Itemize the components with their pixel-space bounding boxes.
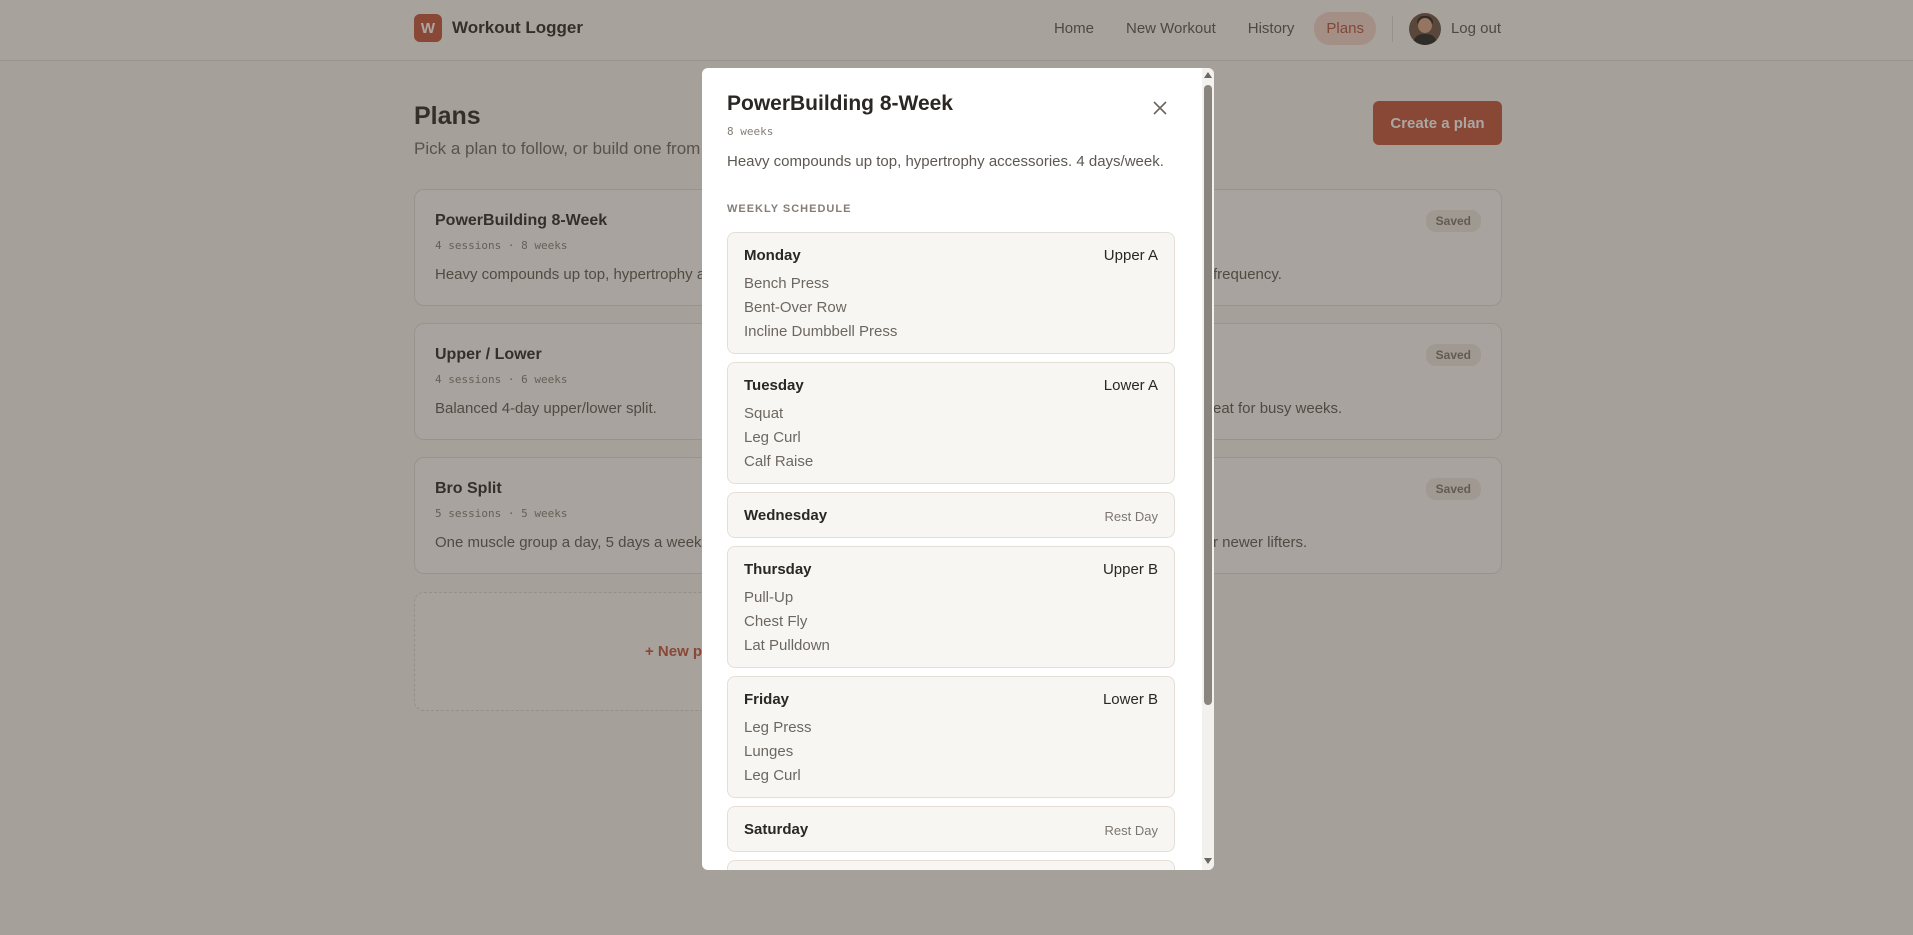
exercise-item: Lat Pulldown [744, 637, 830, 654]
day-card-next [727, 860, 1175, 870]
exercise-item: Pull-Up [744, 589, 794, 606]
day-card-thursday: Thursday Upper B Pull-Up Chest Fly Lat P… [727, 546, 1175, 668]
day-name: Wednesday [744, 507, 828, 524]
close-icon[interactable] [1148, 96, 1172, 120]
scroll-down-icon[interactable] [1204, 858, 1212, 864]
exercise-item: Calf Raise [744, 453, 814, 470]
exercise-item: Bench Press [744, 275, 830, 292]
day-name: Friday [744, 691, 790, 708]
day-card-tuesday: Tuesday Lower A Squat Leg Curl Calf Rais… [727, 362, 1175, 484]
modal-scrollbar[interactable] [1202, 68, 1214, 870]
day-session: Rest Day [1104, 509, 1158, 524]
day-session: Upper A [1103, 247, 1158, 264]
day-card-saturday: Saturday Rest Day [727, 806, 1175, 852]
exercise-item: Incline Dumbbell Press [744, 323, 898, 340]
modal-title: PowerBuilding 8-Week [727, 92, 953, 115]
day-card-friday: Friday Lower B Leg Press Lunges Leg Curl [727, 676, 1175, 798]
day-session: Upper B [1102, 561, 1158, 578]
modal-weeks: 8 weeks [727, 125, 774, 138]
modal-content: PowerBuilding 8-Week 8 weeks Heavy compo… [702, 68, 1202, 870]
exercise-item: Leg Curl [744, 429, 801, 446]
scroll-up-icon[interactable] [1204, 72, 1212, 78]
exercise-item: Squat [744, 405, 784, 422]
plan-detail-modal: PowerBuilding 8-Week 8 weeks Heavy compo… [702, 68, 1214, 870]
exercise-item: Lunges [744, 743, 794, 760]
exercise-item: Chest Fly [744, 613, 808, 630]
weekly-schedule-heading: WEEKLY SCHEDULE [727, 203, 852, 215]
day-session: Rest Day [1104, 823, 1158, 838]
scroll-thumb[interactable] [1204, 85, 1212, 705]
day-name: Tuesday [744, 377, 804, 394]
exercise-item: Leg Press [744, 719, 812, 736]
day-name: Thursday [744, 561, 812, 578]
day-session: Lower A [1103, 377, 1158, 394]
day-card-wednesday: Wednesday Rest Day [727, 492, 1175, 538]
exercise-item: Bent-Over Row [744, 299, 847, 316]
day-card-monday: Monday Upper A Bench Press Bent-Over Row… [727, 232, 1175, 354]
day-session: Lower B [1102, 691, 1158, 708]
exercise-item: Leg Curl [744, 767, 801, 784]
day-name: Monday [744, 247, 801, 264]
modal-description: Heavy compounds up top, hypertrophy acce… [727, 153, 1164, 170]
day-name: Saturday [744, 821, 809, 838]
